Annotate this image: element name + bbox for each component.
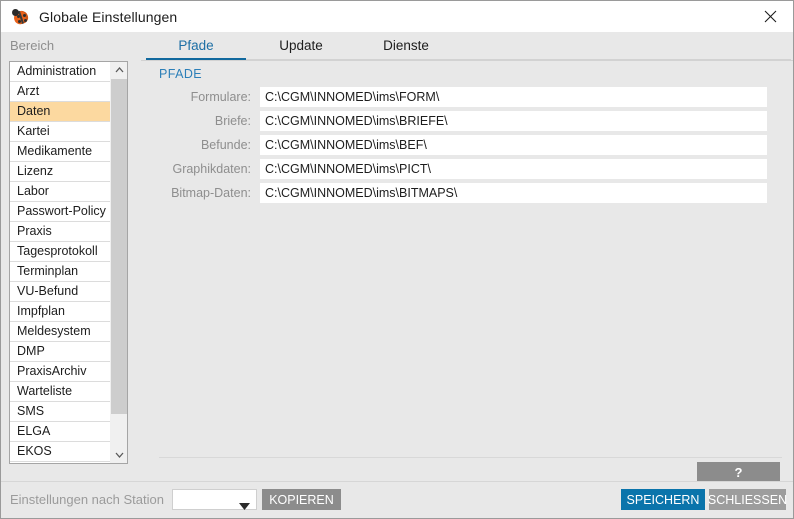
sidebar-item[interactable]: PraxisArchiv: [10, 362, 112, 382]
section-title: PFADE: [159, 67, 202, 81]
sidebar-item[interactable]: VU-Befund: [10, 282, 112, 302]
path-field-row: Bitmap-Daten:: [159, 183, 782, 203]
help-button[interactable]: ?: [697, 462, 780, 482]
chevron-down-icon: [239, 497, 250, 515]
tab-bar: Pfade Update Dienste: [141, 32, 793, 60]
sidebar-item[interactable]: Daten: [10, 102, 112, 122]
sidebar-item[interactable]: Administration: [10, 62, 112, 82]
tab-pfade-label: Pfade: [178, 37, 214, 53]
path-field-label: Bitmap-Daten:: [171, 186, 251, 200]
sidebar-item[interactable]: ELGA: [10, 422, 112, 442]
sidebar-item[interactable]: Tagesprotokoll: [10, 242, 112, 262]
sidebar-item[interactable]: Terminplan: [10, 262, 112, 282]
station-select[interactable]: [172, 489, 257, 510]
path-field-row: Graphikdaten:: [159, 159, 782, 179]
path-field-input[interactable]: [260, 183, 767, 203]
kopieren-button[interactable]: KOPIEREN: [262, 489, 341, 510]
sidebar-item[interactable]: Lizenz: [10, 162, 112, 182]
path-field-label: Formulare:: [190, 90, 251, 104]
sidebar-header-label: Bereich: [10, 38, 55, 53]
sidebar-item[interactable]: Labor: [10, 182, 112, 202]
sidebar-header: Bereich: [1, 32, 141, 59]
path-field-label: Befunde:: [200, 138, 251, 152]
sidebar-item[interactable]: Impfplan: [10, 302, 112, 322]
tab-update-label: Update: [279, 37, 323, 53]
title-bar: Globale Einstellungen: [1, 1, 793, 32]
sidebar-item[interactable]: Arzt: [10, 82, 112, 102]
tab-dienste[interactable]: Dienste: [356, 32, 456, 60]
window-title: Globale Einstellungen: [39, 8, 178, 25]
sidebar-scrollbar[interactable]: [110, 62, 127, 463]
path-field-input[interactable]: [260, 111, 767, 131]
sidebar-list: Administration Arzt Daten Kartei Medikamente…: [10, 62, 112, 462]
path-field-row: Briefe:: [159, 111, 782, 131]
scroll-down-icon[interactable]: [111, 447, 127, 463]
scrollbar-thumb[interactable]: [111, 79, 127, 414]
sidebar-item[interactable]: Praxis: [10, 222, 112, 242]
schliessen-button[interactable]: SCHLIESSEN: [708, 489, 787, 510]
tab-dienste-label: Dienste: [383, 37, 429, 53]
sidebar-listbox[interactable]: Administration Arzt Daten Kartei Medikamente…: [9, 61, 128, 464]
path-field-row: Befunde:: [159, 135, 782, 155]
close-icon[interactable]: [747, 1, 793, 32]
path-field-label: Briefe:: [214, 114, 251, 128]
path-field-input[interactable]: [260, 159, 767, 179]
footer-bar: Einstellungen nach Station KOPIEREN SPEI…: [1, 481, 793, 518]
global-settings-window: Globale Einstellungen Bereich Administra…: [0, 0, 794, 519]
sidebar-item[interactable]: Kartei: [10, 122, 112, 142]
path-field-input[interactable]: [260, 87, 767, 107]
speichern-button[interactable]: SPEICHERN: [621, 489, 705, 510]
sidebar-item[interactable]: Passwort-Policy: [10, 202, 112, 222]
path-field-label: Graphikdaten:: [172, 162, 251, 176]
sidebar-item[interactable]: DMP: [10, 342, 112, 362]
content-separator: [159, 457, 782, 458]
tab-pfade[interactable]: Pfade: [146, 32, 246, 60]
sidebar-item[interactable]: SMS: [10, 402, 112, 422]
sidebar-item[interactable]: Meldesystem: [10, 322, 112, 342]
sidebar-item[interactable]: Medikamente: [10, 142, 112, 162]
scroll-up-icon[interactable]: [111, 62, 127, 78]
sidebar-item[interactable]: Warteliste: [10, 382, 112, 402]
ladybug-icon: [11, 7, 30, 26]
path-field-row: Formulare:: [159, 87, 782, 107]
pfade-panel: PFADE Formulare: Briefe: Befunde: Graphikda…: [141, 60, 793, 460]
path-field-input[interactable]: [260, 135, 767, 155]
station-label: Einstellungen nach Station: [10, 492, 164, 507]
sidebar-item[interactable]: EKOS: [10, 442, 112, 462]
tab-update[interactable]: Update: [251, 32, 351, 60]
